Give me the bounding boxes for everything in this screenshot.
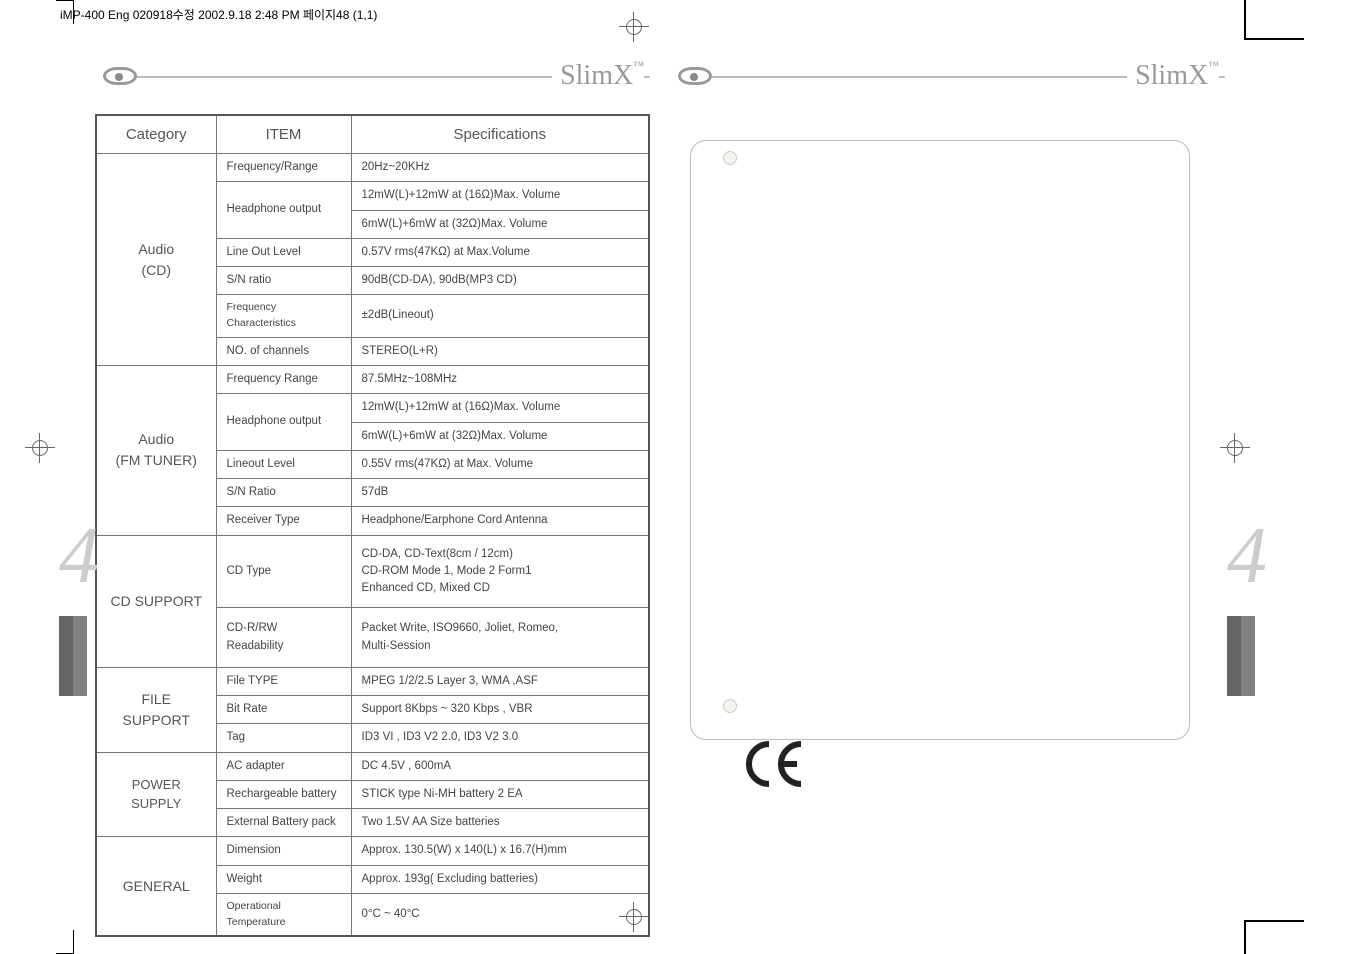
brand-logo: SlimX™ [552,60,644,92]
cat-cd-support: CD SUPPORT [96,535,216,667]
table-row: CD SUPPORT CD Type CD-DA, CD-Text(8cm / … [96,535,649,608]
spec-cell: 6mW(L)+6mW at (32Ω)Max. Volume [351,210,649,238]
spec-cell: 6mW(L)+6mW at (32Ω)Max. Volume [351,422,649,450]
table-header-row: Category ITEM Specifications [96,115,649,154]
item-cell: Weight [216,865,351,893]
item-cell: Headphone output [216,182,351,239]
spec-cell: Packet Write, ISO9660, Joliet, Romeo, Mu… [351,608,649,668]
brand-row: SlimX™ [670,62,1225,92]
binder-hole-icon [723,699,737,713]
spec-cell: ID3 VI , ID3 V2 2.0, ID3 V2 3.0 [351,724,649,752]
brand-row: SlimX™ [95,62,650,92]
spec-cell: 0.57V rms(47KΩ) at Max.Volume [351,238,649,266]
spec-cell: Approx. 193g( Excluding batteries) [351,865,649,893]
spec-cell: Headphone/Earphone Cord Antenna [351,507,649,535]
crop-mark [1244,38,1304,98]
item-cell: Receiver Type [216,507,351,535]
spec-cell: 90dB(CD-DA), 90dB(MP3 CD) [351,267,649,295]
spec-cell: Approx. 130.5(W) x 140(L) x 16.7(H)mm [351,837,649,865]
spec-cell: DC 4.5V , 600mA [351,752,649,780]
item-cell: AC adapter [216,752,351,780]
table-row: FILE SUPPORT File TYPE MPEG 1/2/2.5 Laye… [96,667,649,695]
item-cell: S/N Ratio [216,479,351,507]
spec-cell: 87.5MHz~108MHz [351,366,649,394]
spec-table: Category ITEM Specifications Audio (CD) … [95,114,650,937]
brand-eye-icon [678,67,712,85]
spec-cell: MPEG 1/2/2.5 Layer 3, WMA ,ASF [351,667,649,695]
cat-power: POWER SUPPLY [96,752,216,837]
item-cell: Line Out Level [216,238,351,266]
spec-cell: CD-DA, CD-Text(8cm / 12cm) CD-ROM Mode 1… [351,535,649,608]
table-row: Audio (FM TUNER) Frequency Range 87.5MHz… [96,366,649,394]
brand-logo: SlimX™ [1127,60,1219,92]
item-cell: Tag [216,724,351,752]
table-row: POWER SUPPLY AC adapter DC 4.5V , 600mA [96,752,649,780]
doc-header: iMP-400 Eng 020918수정 2002.9.18 2:48 PM 페… [60,6,377,23]
spec-cell: STEREO(L+R) [351,337,649,365]
crop-mark [73,930,74,954]
chapter-number: 4 [1227,528,1261,584]
brand-eye-icon [103,67,137,85]
cat-general: GENERAL [96,837,216,937]
item-cell: Operational Temperature [216,893,351,936]
registration-mark [619,12,649,42]
item-cell: Dimension [216,837,351,865]
item-cell: Bit Rate [216,696,351,724]
spec-cell: 0°C ~ 40°C [351,893,649,936]
item-cell: Frequency/Range [216,154,351,182]
item-cell: Frequency Characteristics [216,295,351,338]
ce-mark-icon [741,739,811,801]
side-tab-left: 4 [59,528,93,728]
cat-audio-cd: Audio (CD) [96,154,216,366]
spec-cell: 12mW(L)+12mW at (16Ω)Max. Volume [351,182,649,210]
side-tab-bar [59,616,87,696]
item-cell: CD-R/RW Readability [216,608,351,668]
spec-cell: STICK type Ni-MH battery 2 EA [351,780,649,808]
spec-cell: 57dB [351,479,649,507]
chapter-number: 4 [59,528,93,584]
item-cell: Frequency Range [216,366,351,394]
item-cell: External Battery pack [216,809,351,837]
spec-cell: Support 8Kbps ~ 320 Kbps , VBR [351,696,649,724]
item-cell: NO. of channels [216,337,351,365]
spec-cell: Two 1.5V AA Size batteries [351,809,649,837]
col-spec: Specifications [351,115,649,154]
crop-mark [56,0,74,1]
side-tab-bar [1227,616,1255,696]
table-row: GENERAL Dimension Approx. 130.5(W) x 140… [96,837,649,865]
col-category: Category [96,115,216,154]
registration-mark [25,433,55,463]
cat-audio-fm: Audio (FM TUNER) [96,366,216,536]
binder-hole-icon [723,151,737,165]
content-frame [690,140,1190,740]
item-cell: CD Type [216,535,351,608]
cat-file-support: FILE SUPPORT [96,667,216,752]
item-cell: File TYPE [216,667,351,695]
item-cell: Rechargeable battery [216,780,351,808]
spec-cell: 0.55V rms(47KΩ) at Max. Volume [351,450,649,478]
spec-cell: ±2dB(Lineout) [351,295,649,338]
spec-cell: 12mW(L)+12mW at (16Ω)Max. Volume [351,394,649,422]
col-item: ITEM [216,115,351,154]
page-left: SlimX™ Category ITEM Specifications Audi… [95,62,650,892]
page-right: SlimX™ 4 [670,62,1225,892]
item-cell: Lineout Level [216,450,351,478]
item-cell: Headphone output [216,394,351,451]
table-row: Audio (CD) Frequency/Range 20Hz~20KHz [96,154,649,182]
spec-cell: 20Hz~20KHz [351,154,649,182]
item-cell: S/N ratio [216,267,351,295]
side-tab-right: 4 [1227,528,1261,728]
